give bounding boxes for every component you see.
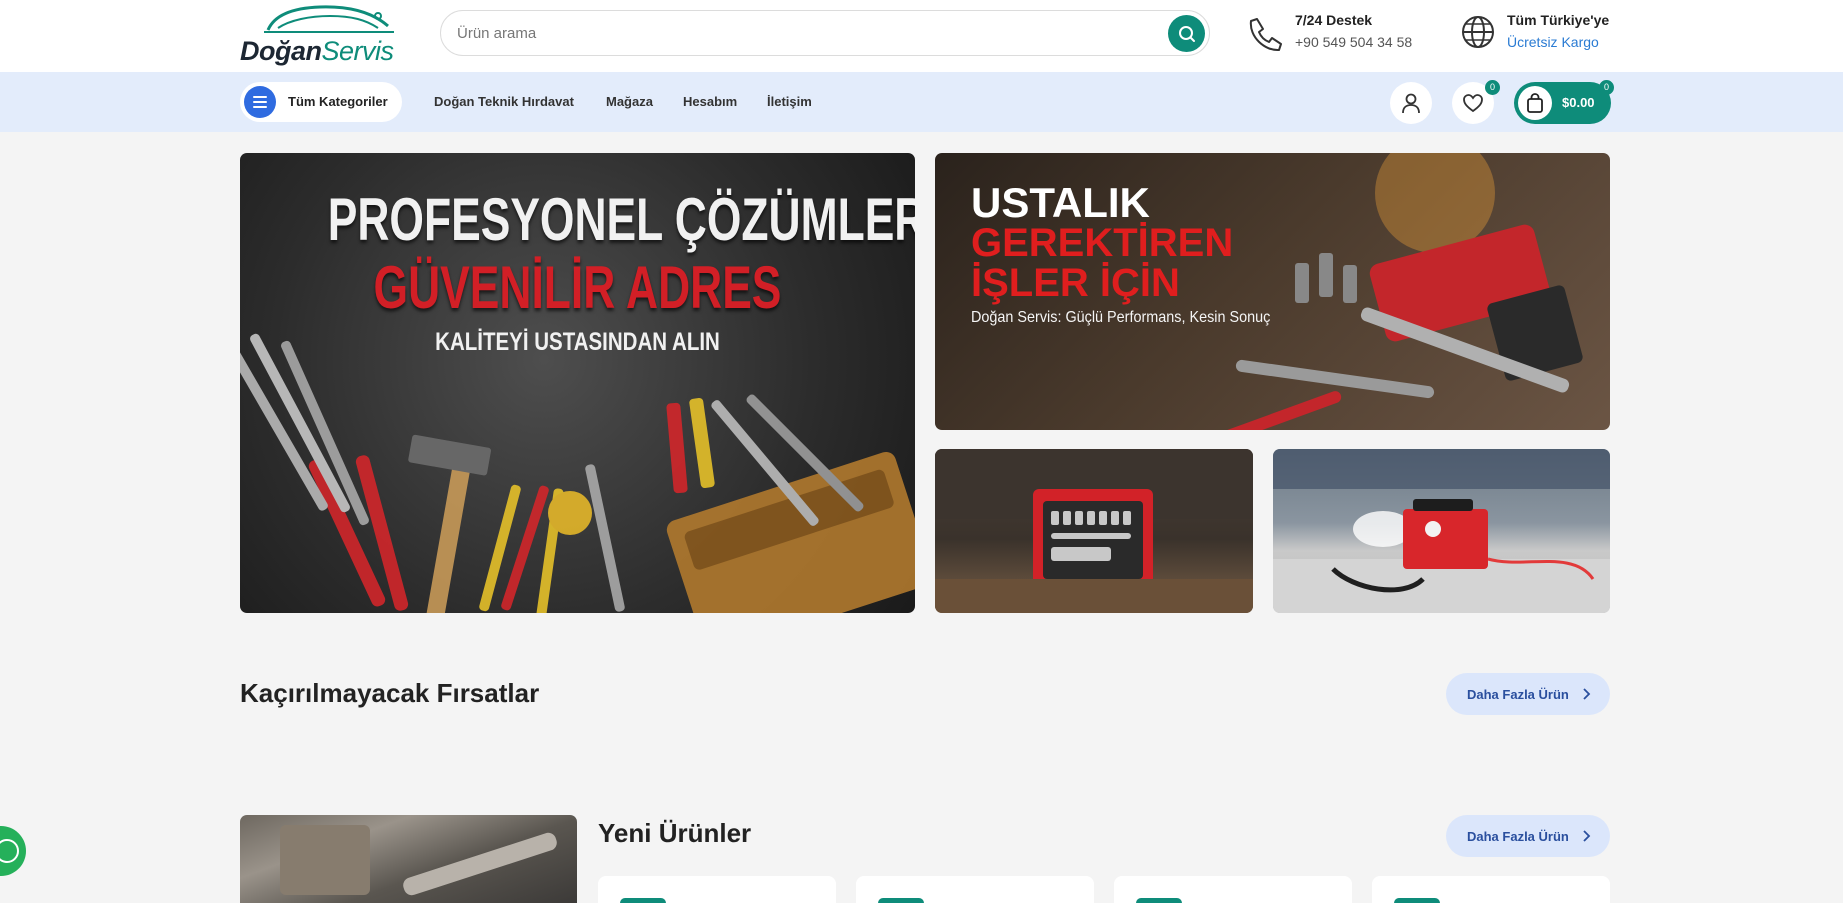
- banner-top-right[interactable]: USTALIK GEREKTİREN İŞLER İÇİN Doğan Serv…: [935, 153, 1610, 430]
- banner-smoke-machine[interactable]: [1273, 449, 1610, 613]
- globe-icon: [1462, 16, 1494, 48]
- product-card[interactable]: [1114, 876, 1352, 903]
- new-products-more-button[interactable]: Daha Fazla Ürün: [1446, 815, 1610, 857]
- search-bar: [440, 10, 1210, 56]
- support-title: 7/24 Destek: [1295, 12, 1373, 28]
- deals-section-title: Kaçırılmayacak Fırsatlar: [240, 678, 540, 708]
- car-logo-icon: [264, 5, 394, 33]
- deals-more-button[interactable]: Daha Fazla Ürün: [1446, 673, 1610, 715]
- deals-more-label: Daha Fazla Ürün: [1467, 687, 1569, 702]
- hero-headline-1: PROFESYONEL ÇÖZÜMLER,: [327, 186, 915, 253]
- hero-subheadline: KALİTEYİ USTASINDAN ALIN: [435, 328, 720, 356]
- shipping-info: Tüm Türkiye'ye Ücretsiz Kargo: [1460, 12, 1620, 58]
- cart-count-badge: 0: [1599, 80, 1614, 95]
- phone-hand-icon: [1249, 18, 1282, 52]
- logo-text-part2: Servis: [321, 36, 395, 66]
- product-card[interactable]: [598, 876, 836, 903]
- nav-link-dogan-teknik[interactable]: Doğan Teknik Hırdavat: [434, 94, 574, 109]
- search-input[interactable]: [457, 21, 1137, 45]
- hero-banner-main[interactable]: PROFESYONEL ÇÖZÜMLER, GÜVENİLİR ADRES KA…: [240, 153, 915, 613]
- product-badge: [1136, 898, 1182, 903]
- cart-button[interactable]: $0.00: [1514, 82, 1611, 124]
- support-phone[interactable]: +90 549 504 34 58: [1295, 34, 1412, 50]
- product-badge: [620, 898, 666, 903]
- hamburger-icon: [244, 86, 276, 118]
- all-categories-button[interactable]: Tüm Kategoriler: [240, 82, 402, 122]
- banner2-headline-1: USTALIK: [971, 179, 1150, 226]
- chevron-right-icon: [1583, 830, 1591, 842]
- account-button[interactable]: [1390, 82, 1432, 124]
- banner-socket-set[interactable]: [935, 449, 1253, 613]
- all-categories-label: Tüm Kategoriler: [288, 94, 388, 109]
- heart-icon: [1463, 94, 1483, 113]
- product-badge: [1394, 898, 1440, 903]
- product-badge: [878, 898, 924, 903]
- shopping-bag-icon: [1518, 86, 1552, 120]
- cart-total: $0.00: [1562, 95, 1595, 110]
- support-info: 7/24 Destek +90 549 504 34 58: [1245, 12, 1435, 58]
- banner2-subheadline: Doğan Servis: Güçlü Performans, Kesin So…: [971, 309, 1271, 326]
- nav-link-iletisim[interactable]: İletişim: [767, 94, 812, 109]
- shipping-title: Tüm Türkiye'ye: [1507, 12, 1610, 28]
- nav-link-magaza[interactable]: Mağaza: [606, 94, 653, 109]
- main-navbar: Tüm Kategoriler Doğan Teknik Hırdavat Ma…: [0, 72, 1843, 132]
- logo-text-part1: Doğan: [240, 36, 322, 66]
- product-card[interactable]: [856, 876, 1094, 903]
- product-card[interactable]: [1372, 876, 1610, 903]
- chevron-right-icon: [1583, 688, 1591, 700]
- search-icon: [1178, 25, 1195, 42]
- top-header: DoğanServis 7/24 Destek +90 549 504 34 5…: [0, 0, 1843, 72]
- wishlist-count-badge: 0: [1485, 80, 1500, 95]
- user-icon: [1402, 93, 1420, 114]
- nav-link-hesabim[interactable]: Hesabım: [683, 94, 737, 109]
- socket-set-case-icon: [935, 449, 1253, 613]
- whatsapp-chat-button[interactable]: [0, 826, 26, 876]
- hero-headline-2: GÜVENİLİR ADRES: [373, 254, 782, 321]
- new-products-promo-image[interactable]: [240, 815, 577, 903]
- banner2-headline-2: GEREKTİREN: [971, 221, 1234, 265]
- new-products-more-label: Daha Fazla Ürün: [1467, 829, 1569, 844]
- new-products-title: Yeni Ürünler: [598, 818, 752, 848]
- shipping-subtitle[interactable]: Ücretsiz Kargo: [1507, 34, 1599, 50]
- logo-text: DoğanServis: [240, 36, 394, 67]
- banner2-headline-3: İŞLER İÇİN: [971, 261, 1180, 305]
- site-logo[interactable]: DoğanServis: [240, 2, 400, 68]
- whatsapp-icon: [0, 839, 19, 863]
- smoke-machine-icon: [1273, 449, 1610, 613]
- search-button[interactable]: [1168, 15, 1205, 52]
